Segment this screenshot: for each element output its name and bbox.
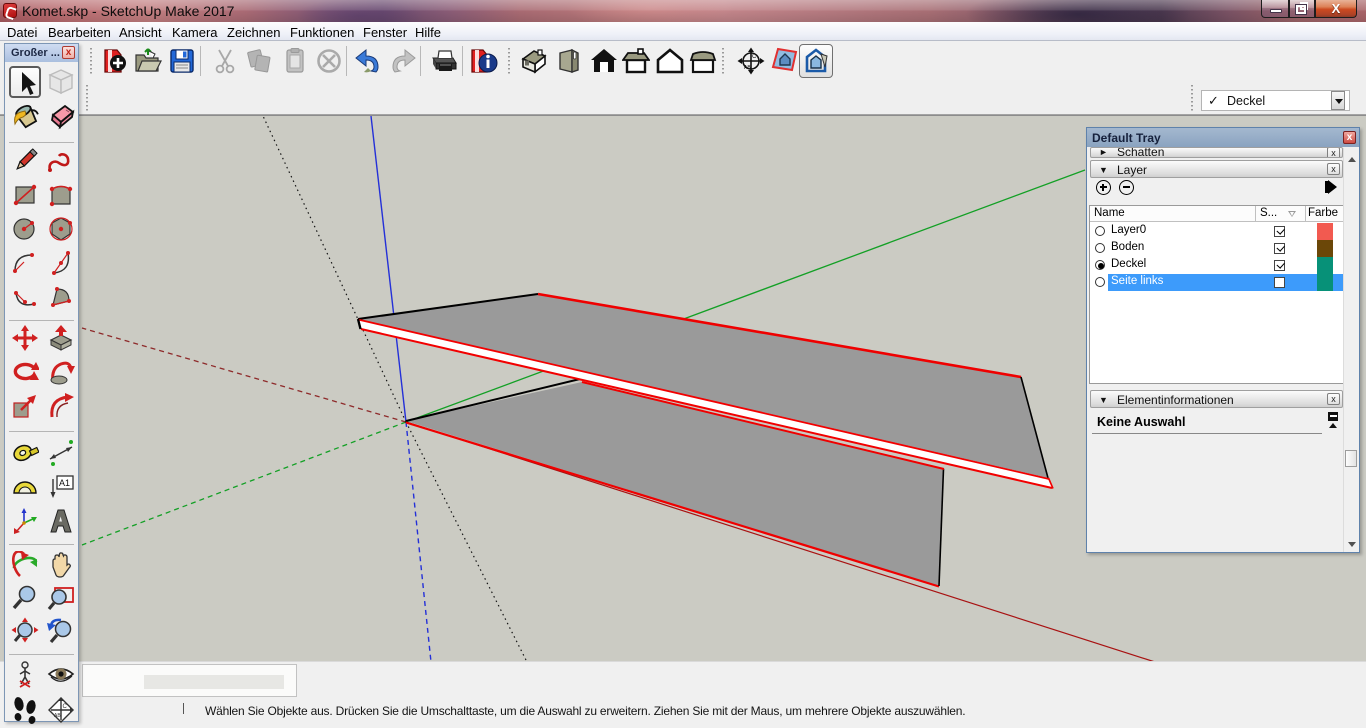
svg-text:C: C	[752, 54, 757, 60]
svg-text:AB: AB	[744, 65, 751, 71]
svg-text:AB: AB	[54, 713, 61, 719]
svg-text:C: C	[63, 704, 68, 710]
svg-text:A1: A1	[59, 478, 70, 488]
